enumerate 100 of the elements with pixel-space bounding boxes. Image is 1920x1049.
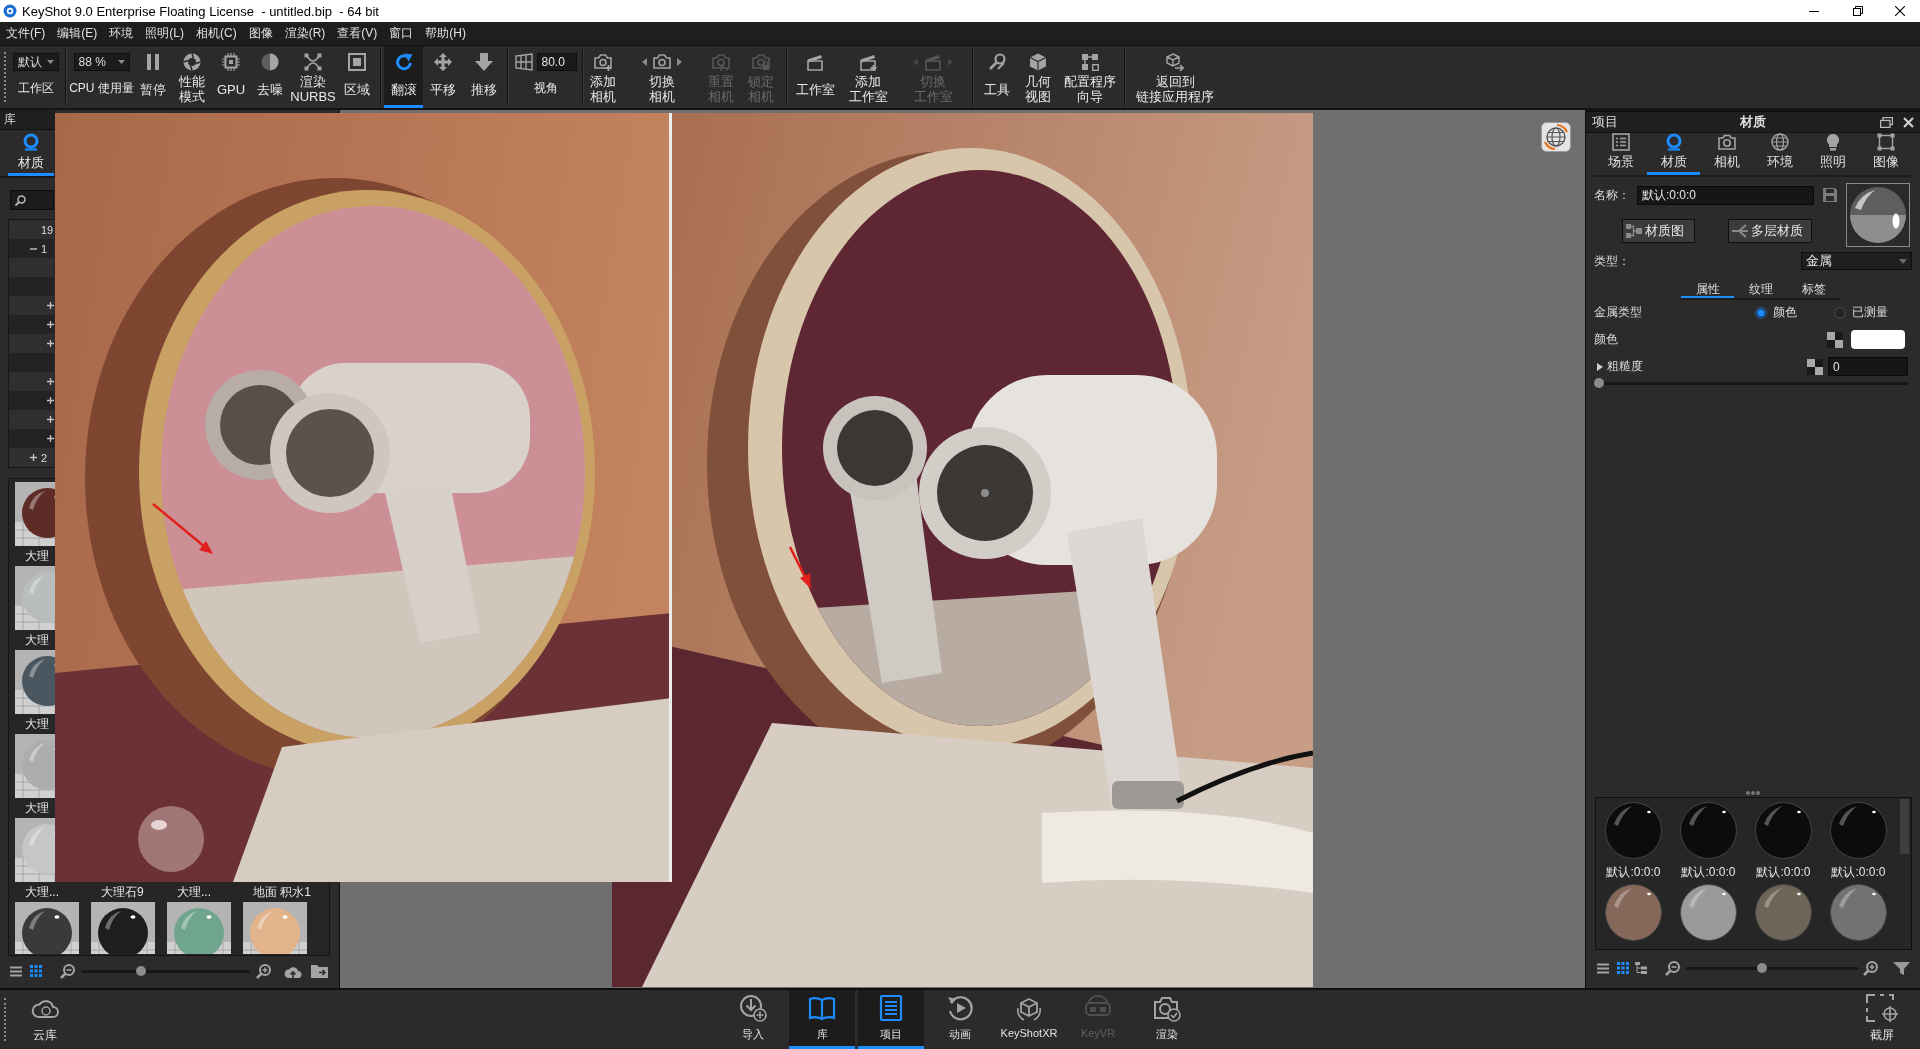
globe-icon[interactable] xyxy=(1541,122,1571,152)
material-ball[interactable] xyxy=(1830,884,1887,941)
menu-item[interactable]: 窗口 xyxy=(389,25,414,42)
zoom-in-icon[interactable] xyxy=(1863,960,1878,976)
slider-thumb[interactable] xyxy=(1594,378,1604,388)
grid-view-icon[interactable] xyxy=(30,965,42,977)
panel-tab[interactable]: 照明 xyxy=(1806,133,1859,175)
save-icon[interactable] xyxy=(1822,187,1838,203)
zoom-in-icon[interactable] xyxy=(256,963,271,979)
material-thumbnail[interactable] xyxy=(15,902,79,954)
workspace-dropdown[interactable]: 默认 xyxy=(13,53,59,71)
radio-option[interactable]: 颜色 xyxy=(1755,304,1834,321)
material-graph-button[interactable]: 材质图 xyxy=(1622,219,1695,243)
search-field[interactable] xyxy=(10,190,54,210)
list-view-icon[interactable] xyxy=(1597,962,1609,974)
menu-item[interactable]: 文件(F) xyxy=(6,25,46,42)
panel-tab[interactable]: 材质 xyxy=(1647,133,1700,175)
tree-row[interactable]: 1 xyxy=(9,239,54,258)
library-tab[interactable]: 材质 xyxy=(8,130,54,176)
material-thumbnail[interactable] xyxy=(15,818,55,882)
material-thumbnail[interactable] xyxy=(243,902,307,954)
material-thumbnail[interactable] xyxy=(15,566,55,630)
material-ball[interactable] xyxy=(1680,884,1737,941)
library-button[interactable]: 库 xyxy=(789,990,855,1049)
menu-item[interactable]: 帮助(H) xyxy=(425,25,466,42)
import-button[interactable]: 导入 xyxy=(720,990,786,1049)
expand-icon[interactable] xyxy=(29,454,37,461)
animation-button[interactable]: 动画 xyxy=(927,990,993,1049)
material-thumbnail[interactable] xyxy=(91,902,155,954)
material-thumbnail[interactable] xyxy=(15,482,55,546)
tree-row[interactable]: 2 xyxy=(9,448,54,467)
name-field[interactable]: 默认:0:0:0 xyxy=(1637,185,1814,205)
tools-button[interactable]: 工具 xyxy=(976,46,1018,108)
material-ball[interactable] xyxy=(1605,884,1662,941)
material-thumbnail[interactable] xyxy=(167,902,231,954)
slider-thumb[interactable] xyxy=(1757,963,1768,973)
float-window-icon[interactable] xyxy=(1880,116,1893,128)
material-thumbnail[interactable] xyxy=(15,650,55,714)
panel-tab[interactable]: 相机 xyxy=(1700,133,1753,175)
left-caret-icon[interactable] xyxy=(642,58,647,66)
gpu-button[interactable]: GPU xyxy=(212,46,250,108)
add-camera-button[interactable]: 添加 相机 xyxy=(586,46,620,108)
panel-tab[interactable]: 场景 xyxy=(1594,133,1647,175)
grid-view-icon[interactable] xyxy=(1617,962,1629,974)
radio-option[interactable]: 已测量 xyxy=(1834,304,1912,321)
field-of-view-field[interactable]: 80.0 xyxy=(536,53,577,71)
return-to-linked-app-button[interactable]: 返回到 链接应用程序 xyxy=(1128,46,1222,108)
expand-icon[interactable] xyxy=(46,378,54,385)
material-thumbnail[interactable] xyxy=(15,734,55,798)
expand-icon[interactable] xyxy=(46,321,54,328)
configurator-wizard-button[interactable]: 配置程序 向导 xyxy=(1058,46,1122,108)
property-tab[interactable]: 纹理 xyxy=(1734,280,1787,298)
render-nurbs-button[interactable]: 渲染 NURBS xyxy=(290,46,336,108)
region-button[interactable]: 区域 xyxy=(336,46,378,108)
tree-view-icon[interactable] xyxy=(1635,962,1647,974)
expand-icon[interactable] xyxy=(46,302,54,309)
type-dropdown[interactable]: 金属 xyxy=(1801,252,1912,270)
geometry-view-button[interactable]: 几何 视图 xyxy=(1018,46,1058,108)
expand-icon[interactable] xyxy=(46,435,54,442)
right-caret-icon[interactable] xyxy=(677,58,682,66)
color-swatch[interactable] xyxy=(1851,330,1905,349)
menu-item[interactable]: 照明(L) xyxy=(145,25,184,42)
checker-icon[interactable] xyxy=(1807,358,1823,375)
zoom-out-icon[interactable] xyxy=(1665,960,1680,976)
expand-icon[interactable] xyxy=(46,416,54,423)
tree-row[interactable]: 19 xyxy=(9,220,54,239)
menu-item[interactable]: 图像 xyxy=(248,25,273,42)
switch-camera-button[interactable]: 切换 相机 xyxy=(620,46,704,108)
close-icon[interactable] xyxy=(1895,6,1905,16)
denoise-button[interactable]: 去噪 xyxy=(250,46,290,108)
menu-item[interactable]: 渲染(R) xyxy=(284,25,326,42)
material-ball[interactable] xyxy=(1755,884,1812,941)
expand-icon[interactable] xyxy=(46,340,54,347)
menu-item[interactable]: 编辑(E) xyxy=(57,25,98,42)
panel-tab[interactable]: 图像 xyxy=(1859,133,1912,175)
pan-button[interactable]: 平移 xyxy=(423,46,463,108)
menu-item[interactable]: 相机(C) xyxy=(196,25,237,42)
folder-icon[interactable] xyxy=(311,963,329,979)
panel-tab[interactable]: 环境 xyxy=(1753,133,1806,175)
menu-item[interactable]: 查看(V) xyxy=(337,25,378,42)
property-tab[interactable]: 标签 xyxy=(1787,280,1840,298)
screenshot-button[interactable]: 截屏 xyxy=(1857,990,1907,1049)
expand-arrow-icon[interactable] xyxy=(1597,362,1603,371)
collapse-icon[interactable] xyxy=(29,247,37,250)
minimize-icon[interactable] xyxy=(1809,10,1819,12)
dolly-button[interactable]: 推移 xyxy=(463,46,505,108)
property-tab[interactable]: 属性 xyxy=(1681,280,1734,298)
expand-icon[interactable] xyxy=(46,397,54,404)
roughness-field[interactable]: 0 xyxy=(1828,357,1908,376)
keyshotxr-button[interactable]: KeyShotXR xyxy=(996,990,1062,1049)
performance-mode-button[interactable]: 性能 模式 xyxy=(171,46,212,108)
cpu-usage-dropdown[interactable]: 88 % xyxy=(73,53,130,71)
add-studio-button[interactable]: 添加 工作室 xyxy=(840,46,896,108)
slider-thumb[interactable] xyxy=(135,966,146,976)
scrollbar-thumb[interactable] xyxy=(1900,799,1909,854)
list-view-icon[interactable] xyxy=(10,965,22,977)
checker-icon[interactable] xyxy=(1827,331,1843,348)
project-button[interactable]: 项目 xyxy=(858,990,924,1049)
filter-icon[interactable] xyxy=(1893,960,1910,976)
restore-icon[interactable] xyxy=(1853,6,1863,16)
